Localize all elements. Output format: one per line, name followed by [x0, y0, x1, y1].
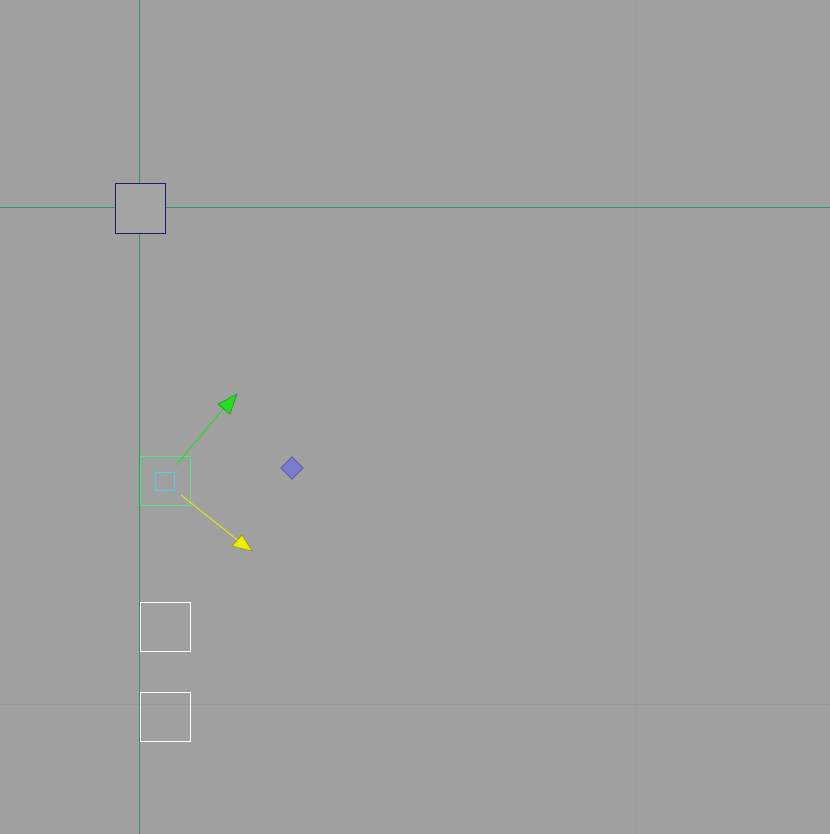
scene-canvas[interactable] — [0, 0, 830, 834]
gizmo-y-axis[interactable] — [175, 393, 238, 466]
gizmo-y-axis-line[interactable] — [175, 405, 227, 466]
gizmo-x-axis[interactable] — [180, 494, 253, 552]
light-object[interactable] — [280, 456, 304, 480]
selected-object[interactable] — [140, 456, 191, 506]
arrow-up-right-icon[interactable] — [217, 393, 238, 415]
gizmo-x-axis-line[interactable] — [180, 494, 241, 543]
selected-object-pivot[interactable] — [155, 472, 175, 491]
placeholder-box-1[interactable] — [140, 602, 191, 652]
scene-viewport[interactable] — [0, 0, 830, 834]
origin-marker[interactable] — [115, 183, 166, 234]
placeholder-box-2[interactable] — [140, 692, 191, 742]
selected-object-outline[interactable] — [140, 456, 191, 506]
